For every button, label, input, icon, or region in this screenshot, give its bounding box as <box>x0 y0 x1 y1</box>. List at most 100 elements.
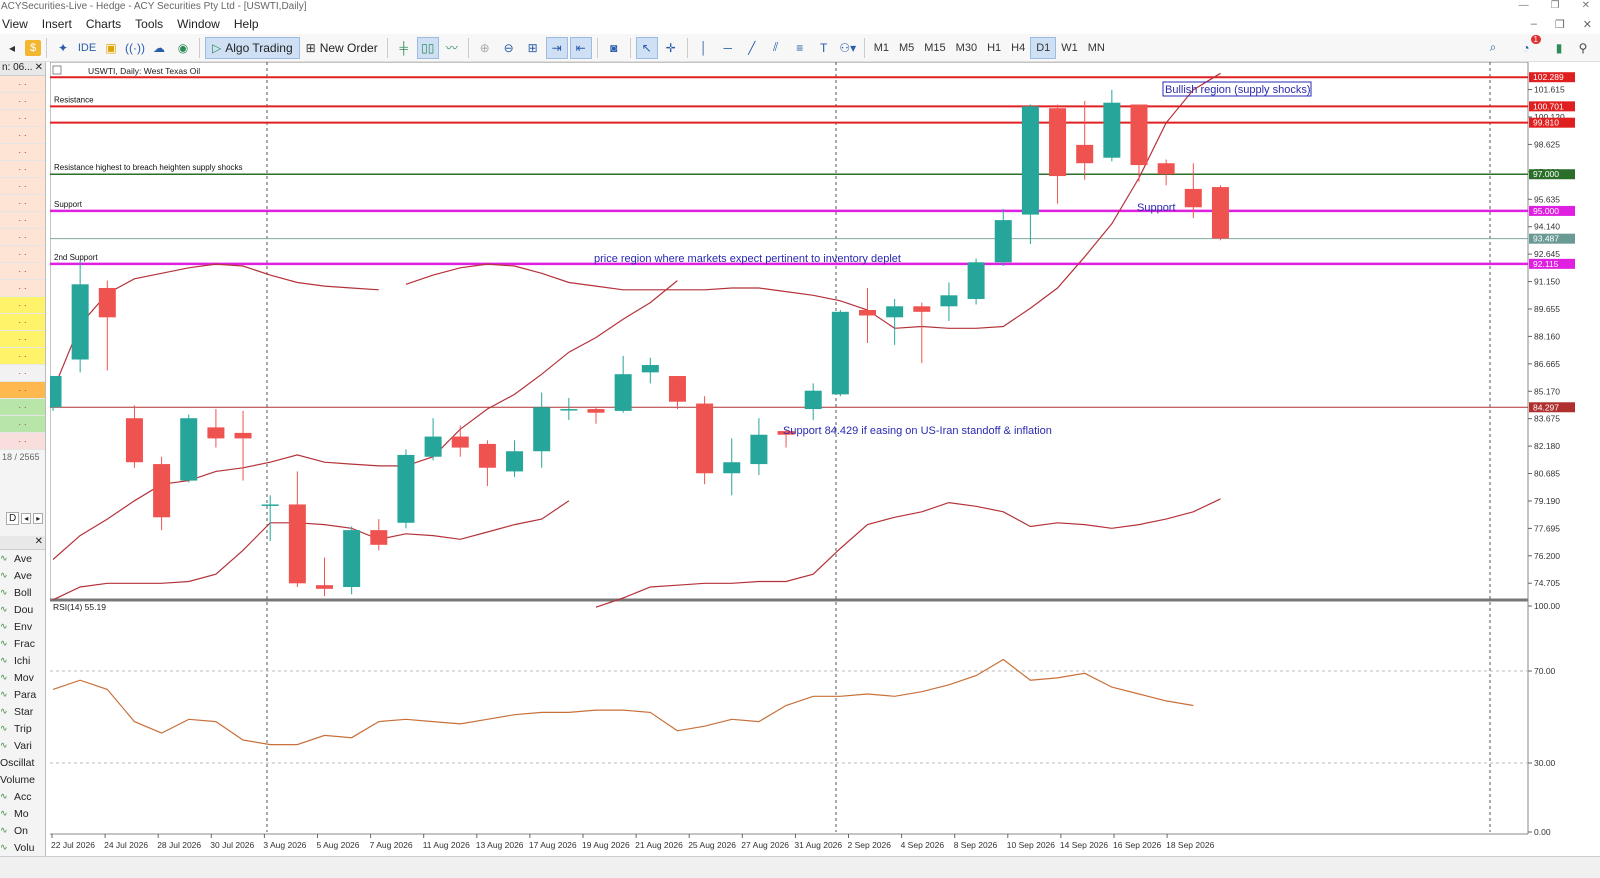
cursor-icon[interactable]: ↖ <box>635 36 658 59</box>
notification-icon[interactable]: ◔ 1 <box>1515 34 1541 59</box>
navigator-item[interactable]: ∿ Env <box>0 618 45 635</box>
trendline-icon[interactable]: ╱ <box>741 37 763 59</box>
candlestick-icon[interactable]: ▯▯ <box>416 36 439 59</box>
market-watch-row[interactable]: · · <box>0 110 45 127</box>
tf-w1[interactable]: W1 <box>1056 37 1083 59</box>
tf-m30[interactable]: M30 <box>951 37 982 59</box>
child-close-icon[interactable]: ✕ <box>1583 18 1592 31</box>
navigator-item[interactable]: ∿ Acc <box>0 788 45 805</box>
market-watch-row[interactable]: · · <box>0 93 45 110</box>
market-watch-row[interactable]: · · <box>0 365 45 382</box>
navigator-item[interactable]: ∿ Star <box>0 703 45 720</box>
market-watch-row[interactable]: · · <box>0 144 45 161</box>
market-watch-row[interactable]: · · <box>0 399 45 416</box>
search-icon[interactable]: ⌕ <box>1482 37 1504 59</box>
signal-bars-icon[interactable]: ▮ <box>1548 37 1570 59</box>
market-watch-row[interactable]: · · <box>0 331 45 348</box>
navigator-item[interactable]: ∿ Para <box>0 686 45 703</box>
dollar-icon[interactable]: $ <box>25 39 41 56</box>
signal-icon[interactable]: ((·)) <box>124 37 146 59</box>
navigator-item[interactable]: ∿ Mo <box>0 805 45 822</box>
navigator-item[interactable]: ∿ Vari <box>0 737 45 754</box>
cloud-icon[interactable]: ☁ <box>148 37 170 59</box>
panel-right-arrow-icon[interactable]: ▸ <box>33 512 44 524</box>
lock-icon[interactable]: ▣ <box>100 37 122 59</box>
channel-icon[interactable]: ⫽ <box>765 37 787 59</box>
bar-chart-icon[interactable]: ╪ <box>393 37 415 59</box>
tf-m1[interactable]: M1 <box>869 37 894 59</box>
market-watch-row[interactable]: · · <box>0 195 45 212</box>
algo-trading-button[interactable]: ▷ Algo Trading <box>205 36 300 59</box>
market-watch-row[interactable]: · · <box>0 297 45 314</box>
market-watch-row[interactable]: · · <box>0 382 45 399</box>
horizontal-line-icon[interactable]: ─ <box>717 37 739 59</box>
tf-d1[interactable]: D1 <box>1030 36 1057 59</box>
profile-icon[interactable]: ⚲ <box>1572 37 1594 59</box>
child-restore-icon[interactable]: ❐ <box>1555 18 1565 31</box>
market-watch-row[interactable]: · · <box>0 161 45 178</box>
navigator-item[interactable]: ∿ Mov <box>0 669 45 686</box>
panel-dropdown[interactable]: D <box>6 511 20 525</box>
grid-icon[interactable]: ⊞ <box>522 37 544 59</box>
navigator-item[interactable]: ∿ Dou <box>0 601 45 618</box>
navigator-item[interactable]: ∿ On <box>0 822 45 839</box>
panel-left-arrow-icon[interactable]: ◂ <box>21 512 32 524</box>
menu-tools[interactable]: Tools <box>135 17 175 31</box>
shapes-icon[interactable]: ⚇▾ <box>837 37 859 59</box>
navigator-close-icon[interactable]: ✕ <box>35 536 43 549</box>
globe-icon[interactable]: ◉ <box>172 37 194 59</box>
menu-window[interactable]: Window <box>177 17 232 31</box>
market-watch-row[interactable]: · · <box>0 280 45 297</box>
tf-h4[interactable]: H4 <box>1006 37 1030 59</box>
menu-insert[interactable]: Insert <box>42 17 84 31</box>
market-watch-row[interactable]: · · <box>0 127 45 144</box>
navigator-item[interactable]: ∿ Frac <box>0 635 45 652</box>
screenshot-icon[interactable]: ◙ <box>603 37 625 59</box>
market-watch-row[interactable]: · · <box>0 263 45 280</box>
tf-m5[interactable]: M5 <box>894 37 919 59</box>
tf-mn[interactable]: MN <box>1083 37 1110 59</box>
market-watch-row[interactable]: · · <box>0 348 45 365</box>
market-watch-row[interactable]: · · <box>0 178 45 195</box>
navigator-item[interactable]: ∿ Ave <box>0 567 45 584</box>
market-watch-row[interactable]: · · <box>0 433 45 450</box>
zoom-out-icon[interactable]: ⊖ <box>498 37 520 59</box>
close-icon[interactable]: ✕ <box>1582 0 1590 14</box>
crosshair-icon[interactable]: ✛ <box>660 37 682 59</box>
market-watch-close-icon[interactable]: ✕ <box>35 62 43 75</box>
line-chart-icon[interactable]: 〰 <box>441 37 463 59</box>
navigator-item[interactable]: Volume <box>0 771 45 788</box>
chart-shift-icon[interactable]: ⇤ <box>569 36 592 59</box>
restore-icon[interactable]: ❐ <box>1551 0 1560 14</box>
menu-charts[interactable]: Charts <box>86 17 133 31</box>
market-watch-row[interactable]: · · <box>0 229 45 246</box>
chart-canvas[interactable]: 101.615100.12098.62597.13095.63594.14092… <box>44 61 1600 858</box>
zoom-in-icon[interactable]: ⊕ <box>474 37 496 59</box>
market-watch-row[interactable]: · · <box>0 246 45 263</box>
navigator-item[interactable]: ∿ Boll <box>0 584 45 601</box>
navigator-item[interactable]: ∿ Trip <box>0 720 45 737</box>
market-watch-row[interactable]: · · <box>0 416 45 433</box>
minimize-icon[interactable]: — <box>1519 0 1529 14</box>
market-watch-row[interactable]: · · <box>0 212 45 229</box>
new-order-button[interactable]: ⊞ New Order <box>302 37 382 59</box>
fibonacci-icon[interactable]: ≡ <box>789 37 811 59</box>
navigator-item[interactable]: ∿ Ave <box>0 550 45 567</box>
tf-h1[interactable]: H1 <box>982 37 1006 59</box>
child-minimize-icon[interactable]: – <box>1531 18 1537 30</box>
sparkle-icon[interactable]: ✦ <box>52 37 74 59</box>
menu-help[interactable]: Help <box>234 17 271 31</box>
navigator-item[interactable]: ∿ Ichi <box>0 652 45 669</box>
arrow-left-icon[interactable]: ◂ <box>1 37 23 59</box>
navigator-item[interactable]: Oscillat <box>0 754 45 771</box>
text-icon[interactable]: T <box>813 37 835 59</box>
tf-m15[interactable]: M15 <box>919 37 950 59</box>
market-watch-row[interactable]: · · <box>0 314 45 331</box>
chart-window[interactable]: 101.615100.12098.62597.13095.63594.14092… <box>44 61 1600 858</box>
navigator-item[interactable]: ∿ Volu <box>0 839 45 856</box>
vertical-line-icon[interactable]: │ <box>693 37 715 59</box>
menu-view[interactable]: View <box>2 17 40 31</box>
market-watch-row[interactable]: · · <box>0 76 45 93</box>
ide-button[interactable]: IDE <box>76 37 98 59</box>
autoscroll-icon[interactable]: ⇥ <box>545 36 568 59</box>
